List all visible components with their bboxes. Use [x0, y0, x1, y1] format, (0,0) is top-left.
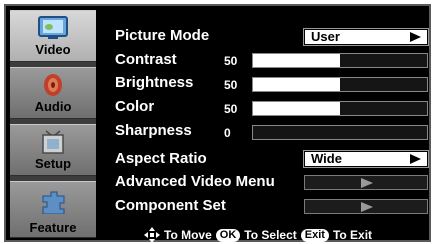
aspect-ratio-select[interactable]: Wide: [303, 150, 429, 168]
sidebar-item-label: Setup: [34, 156, 72, 171]
color-slider-fill: [253, 102, 340, 115]
setup-icon: [42, 130, 64, 154]
sharpness-value: 0: [224, 126, 231, 140]
sidebar-item-setup[interactable]: Setup: [10, 124, 96, 176]
sidebar-item-label: Feature: [29, 220, 77, 235]
brightness-slider-fill: [253, 78, 340, 91]
sharpness-slider[interactable]: [252, 125, 428, 140]
arrow-right-icon: [410, 32, 421, 42]
aspect-ratio-label: Aspect Ratio: [115, 150, 207, 167]
ok-key-icon: OK: [215, 228, 241, 242]
picture-mode-select[interactable]: User: [303, 28, 429, 46]
color-value: 50: [224, 102, 238, 116]
footer-select-text: To Select: [244, 228, 297, 242]
aspect-ratio-value: Wide: [311, 151, 342, 166]
picture-mode-value: User: [311, 29, 340, 44]
brightness-value: 50: [224, 78, 238, 92]
exit-key-icon: Exit: [300, 228, 329, 242]
contrast-slider[interactable]: [252, 53, 428, 68]
footer-move-text: To Move: [164, 228, 212, 242]
move-arrows-icon: [144, 227, 160, 243]
sidebar-item-label: Audio: [34, 99, 72, 114]
footer-help: To Move OK To Select Exit To Exit: [144, 226, 372, 244]
contrast-value: 50: [224, 54, 238, 68]
component-set-button[interactable]: [304, 199, 428, 214]
footer-exit-text: To Exit: [332, 228, 373, 242]
contrast-label: Contrast: [115, 51, 177, 68]
contrast-slider-fill: [253, 54, 340, 67]
video-icon: [38, 16, 68, 39]
sidebar-item-feature[interactable]: Feature: [10, 181, 96, 238]
sidebar-item-label: Video: [35, 42, 71, 57]
sidebar-item-audio[interactable]: Audio: [10, 67, 96, 119]
arrow-right-icon: [361, 178, 373, 188]
arrow-right-icon: [361, 202, 373, 212]
color-slider[interactable]: [252, 101, 428, 116]
sidebar: Video Audio Setup Feature: [10, 10, 96, 238]
brightness-label: Brightness: [115, 74, 194, 91]
sidebar-item-video[interactable]: Video: [10, 10, 96, 62]
advanced-video-menu-button[interactable]: [304, 175, 428, 190]
sharpness-label: Sharpness: [115, 122, 192, 139]
component-set-label: Component Set: [115, 197, 226, 214]
picture-mode-label: Picture Mode: [115, 27, 210, 44]
speaker-icon: [44, 74, 62, 96]
feature-icon: [42, 191, 65, 214]
brightness-slider[interactable]: [252, 77, 428, 92]
arrow-right-icon: [410, 154, 421, 164]
color-label: Color: [115, 98, 155, 115]
osd-menu: Video Audio Setup Feature Picture Mode U…: [4, 4, 431, 244]
advanced-video-menu-label: Advanced Video Menu: [115, 173, 275, 190]
